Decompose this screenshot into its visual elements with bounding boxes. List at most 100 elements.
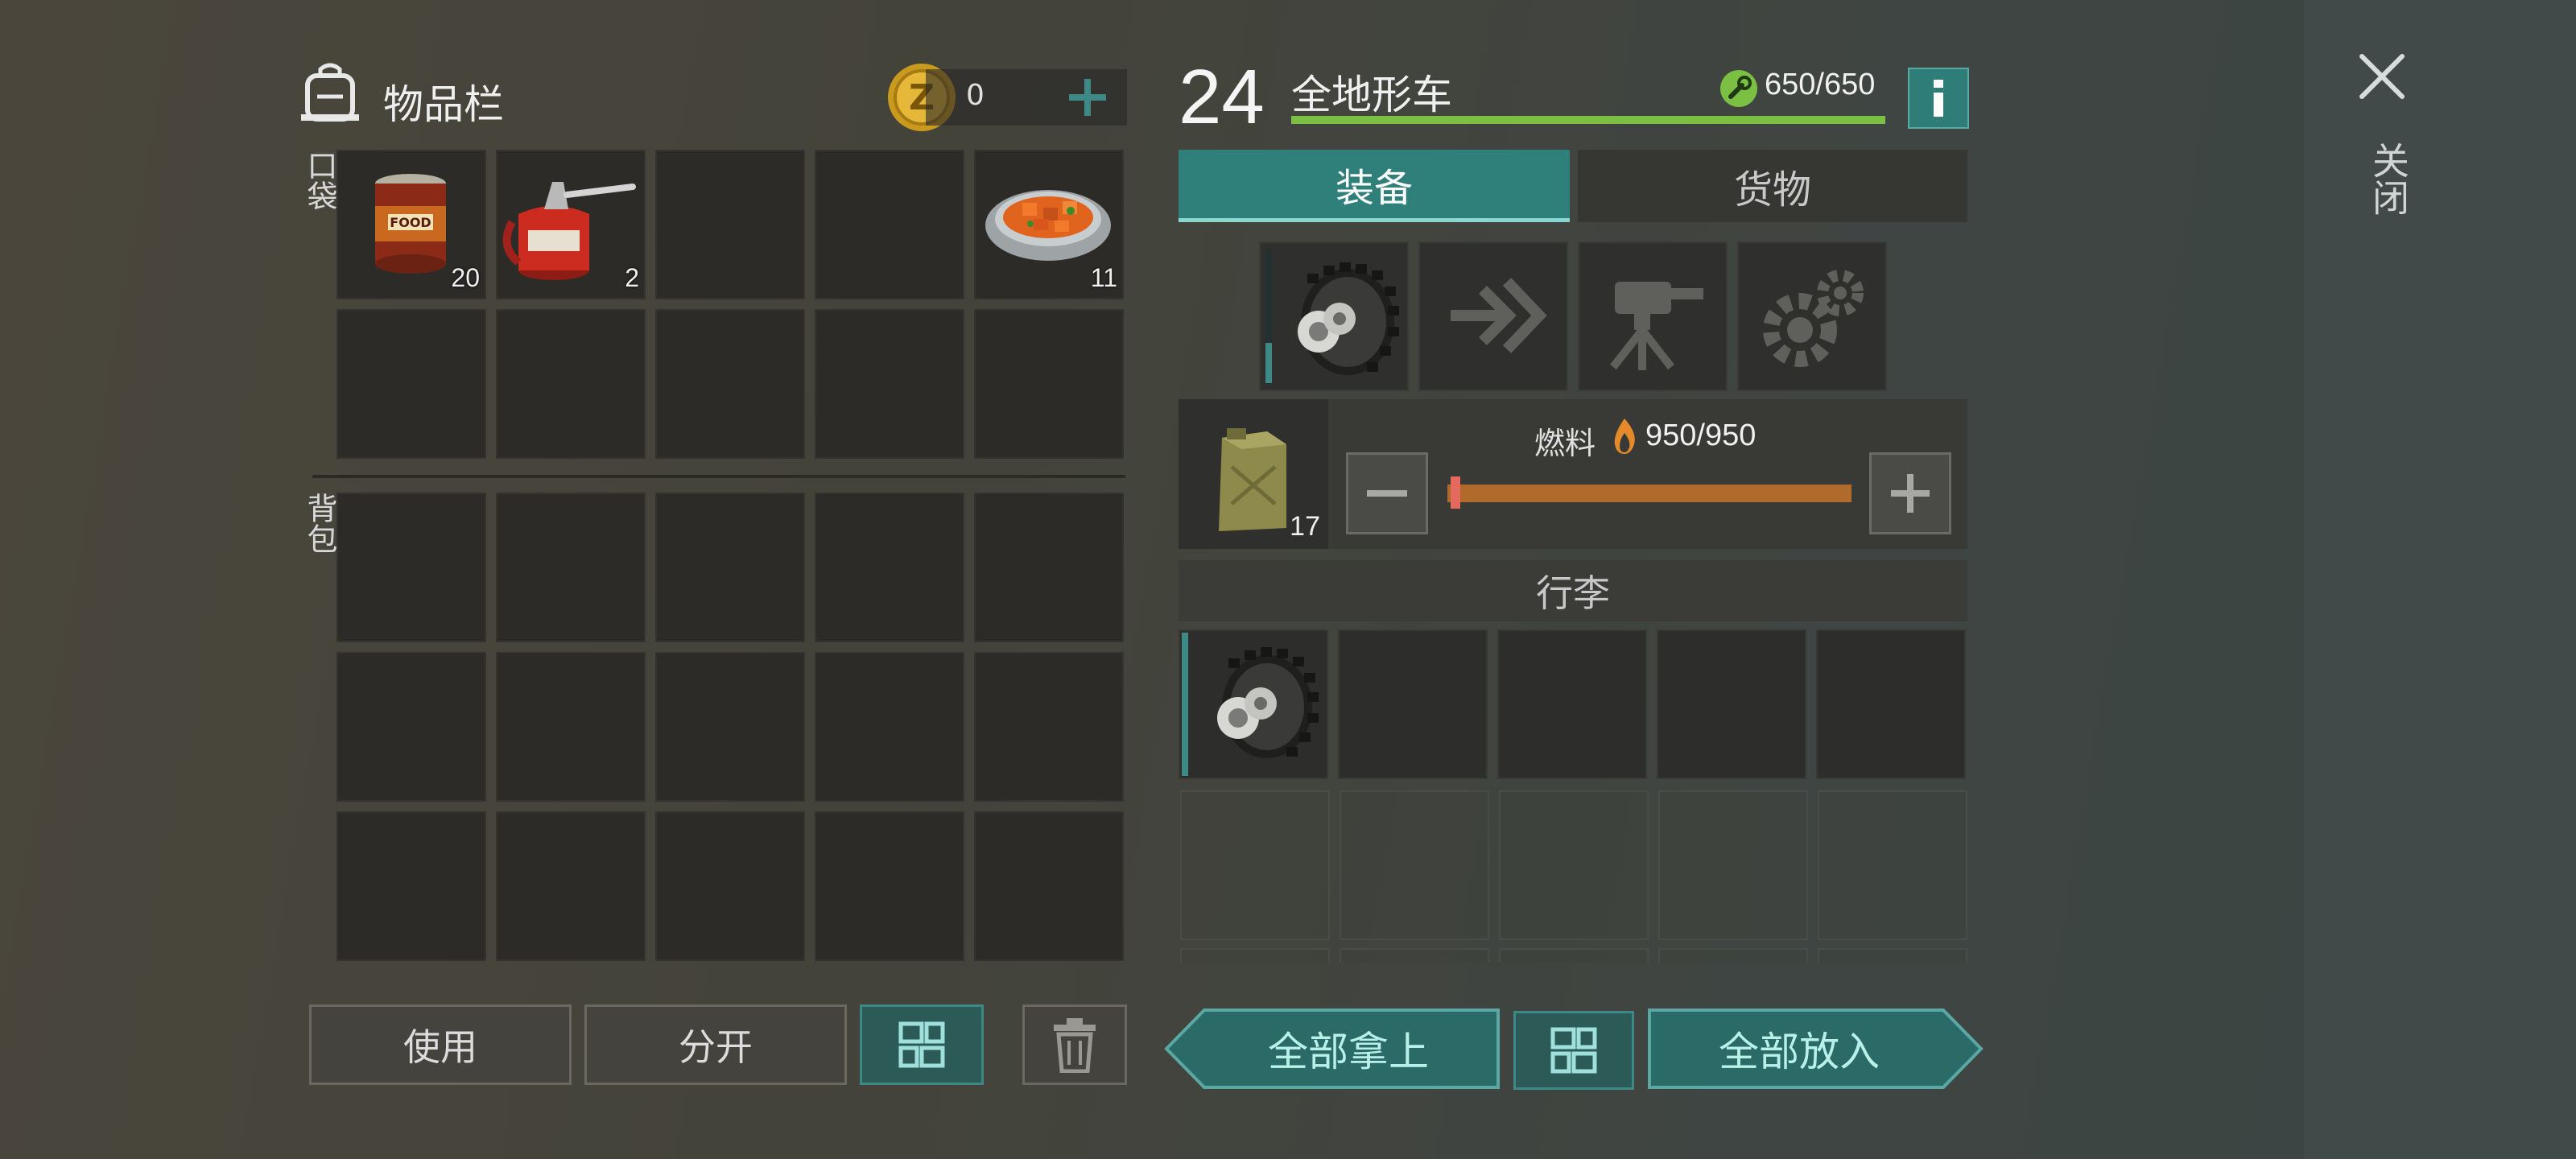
inventory-title: 物品栏 [383, 81, 504, 128]
sort-grid-icon [1550, 1027, 1597, 1074]
durability-indicator [1182, 633, 1188, 776]
backpack-icon [298, 61, 362, 122]
use-button[interactable]: 使用 [309, 1004, 572, 1085]
tab-cargo[interactable]: 货物 [1578, 150, 1967, 222]
backpack-slot[interactable] [336, 652, 486, 802]
backpack-slot[interactable] [496, 493, 646, 642]
vehicle-name: 全地形车 [1291, 72, 1452, 118]
backpack-slot[interactable] [974, 811, 1124, 961]
put-all-button[interactable]: 全部放入 [1647, 1008, 1984, 1090]
luggage-slot-5[interactable] [1816, 629, 1966, 779]
trash-icon [1054, 1018, 1096, 1073]
fuel-slider-handle[interactable] [1451, 476, 1460, 509]
locked-luggage-row-partial [1180, 948, 1969, 963]
backpack-slot[interactable] [655, 493, 805, 642]
sort-button[interactable] [860, 1004, 984, 1085]
fuel-slider-fill [1447, 485, 1852, 502]
backpack-slot[interactable] [496, 652, 646, 802]
fuel-label: 燃料 [1534, 426, 1596, 461]
tracks-icon [1217, 647, 1319, 758]
coin-count: 0 [966, 79, 985, 112]
luggage-slot-2[interactable] [1338, 629, 1488, 779]
backpack-slot[interactable] [655, 811, 805, 961]
pocket-slot-10[interactable] [974, 309, 1124, 459]
section-divider [312, 475, 1125, 478]
vehicle-level: 24 [1179, 54, 1265, 140]
durability-value: 650/650 [1765, 68, 1876, 101]
locked-luggage-slot [1340, 790, 1489, 940]
chevron-arrow-icon [1451, 278, 1547, 353]
tracks-icon [1298, 262, 1399, 375]
item-count: 20 [451, 263, 480, 292]
take-all-button[interactable]: 全部拿上 [1164, 1008, 1501, 1090]
pocket-slot-9[interactable] [815, 309, 964, 459]
minus-icon [1367, 490, 1407, 497]
fuel-increase-button[interactable] [1869, 452, 1951, 534]
add-coins-button[interactable] [1061, 71, 1114, 124]
luggage-slot-1[interactable] [1179, 629, 1328, 779]
equipment-slot-engine[interactable] [1418, 241, 1568, 391]
pocket-slot-2[interactable]: 2 [496, 150, 646, 299]
luggage-label: 行李 [1536, 571, 1610, 615]
luggage-header: 行李 [1179, 560, 1967, 621]
backpack-slot[interactable] [496, 811, 646, 961]
fuel-slider[interactable] [1447, 485, 1852, 502]
luggage-slot-3[interactable] [1497, 629, 1647, 779]
gears-icon [1763, 270, 1864, 367]
oil-can-icon [502, 182, 636, 280]
fuel-value: 950/950 [1645, 419, 1757, 452]
pocket-slot-4[interactable] [815, 150, 964, 299]
locked-luggage-slot [1180, 790, 1330, 940]
tab-equipment-label: 装备 [1335, 165, 1413, 211]
take-all-label: 全部拿上 [1268, 1029, 1429, 1075]
pocket-label: 口袋 [302, 150, 337, 211]
jerrycan-count: 17 [1290, 511, 1320, 542]
backpack-slot[interactable] [336, 811, 486, 961]
equipment-slot-gears[interactable] [1737, 241, 1887, 391]
close-icon [2359, 54, 2405, 99]
locked-luggage-slot [1499, 790, 1649, 940]
vehicle-inventory-screen: { "inventory": { "title": "物品栏", "coin_c… [0, 0, 2576, 1159]
durability-bar [1291, 116, 1885, 124]
pocket-slot-6[interactable] [336, 309, 486, 459]
pocket-slot-5[interactable]: 11 [974, 150, 1124, 299]
plus-icon [1069, 79, 1106, 116]
split-button[interactable]: 分开 [584, 1004, 847, 1085]
tab-equipment[interactable]: 装备 [1179, 150, 1570, 222]
pocket-slot-1[interactable]: FOOD 20 [336, 150, 486, 299]
close-label: 关闭 [2367, 142, 2410, 216]
info-icon [1934, 80, 1943, 117]
wrench-icon [1719, 69, 1758, 108]
backpack-slot[interactable] [815, 652, 964, 802]
locked-luggage-slot [1658, 790, 1808, 940]
info-button[interactable] [1908, 68, 1969, 129]
pocket-slot-3[interactable] [655, 150, 805, 299]
backpack-slot[interactable] [974, 493, 1124, 642]
pocket-slot-8[interactable] [655, 309, 805, 459]
close-button[interactable]: 关闭 [2351, 48, 2415, 233]
durability-bar-fill [1291, 116, 1885, 124]
pocket-slot-7[interactable] [496, 309, 646, 459]
sort-grid-icon [898, 1021, 945, 1068]
fuel-decrease-button[interactable] [1346, 452, 1428, 534]
vehicle-sort-button[interactable] [1513, 1011, 1634, 1090]
backpack-slot[interactable] [974, 652, 1124, 802]
equipment-slot-turret[interactable] [1578, 241, 1728, 391]
put-all-label: 全部放入 [1719, 1029, 1880, 1075]
backpack-slot[interactable] [815, 493, 964, 642]
turret-icon [1610, 282, 1703, 370]
equipment-slot-tracks[interactable] [1259, 241, 1409, 391]
backpack-slot[interactable] [336, 493, 486, 642]
jerrycan-slot[interactable]: 17 [1179, 399, 1328, 549]
svg-text:FOOD: FOOD [390, 215, 431, 230]
trash-button[interactable] [1022, 1004, 1127, 1085]
backpack-slot[interactable] [655, 652, 805, 802]
backpack-label: 背包 [302, 493, 337, 554]
item-count: 2 [625, 263, 639, 292]
durability-indicator [1265, 250, 1272, 383]
plus-icon [1891, 474, 1930, 513]
luggage-slot-4[interactable] [1657, 629, 1806, 779]
flame-icon [1610, 417, 1639, 456]
backpack-slot[interactable] [815, 811, 964, 961]
side-panel [2304, 0, 2576, 1159]
